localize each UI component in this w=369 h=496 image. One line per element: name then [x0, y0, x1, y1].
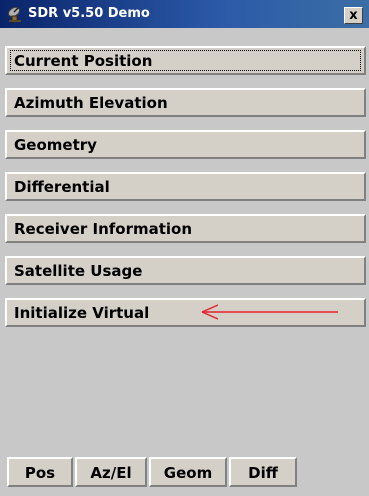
tab-az-el-label: Az/El: [90, 464, 132, 482]
differential-button[interactable]: Differential: [5, 172, 366, 201]
receiver-information-button[interactable]: Receiver Information: [5, 214, 366, 243]
title-bar[interactable]: SDR v5.50 Demo x: [0, 0, 369, 28]
azimuth-elevation-button[interactable]: Azimuth Elevation: [5, 88, 366, 117]
differential-label: Differential: [14, 178, 110, 196]
red-arrow-icon: [201, 304, 338, 320]
tab-diff-label: Diff: [248, 464, 278, 482]
satellite-usage-button[interactable]: Satellite Usage: [5, 256, 366, 285]
current-position-button[interactable]: Current Position: [5, 46, 366, 75]
receiver-information-label: Receiver Information: [14, 220, 193, 238]
tab-pos-label: Pos: [24, 464, 56, 482]
geometry-label: Geometry: [14, 136, 97, 154]
tab-geom-label: Geom: [163, 464, 213, 482]
close-icon: x: [349, 8, 358, 23]
tab-pos[interactable]: Pos: [7, 457, 73, 487]
app-window: SDR v5.50 Demo x Current Position Azimut…: [0, 0, 369, 496]
tab-diff[interactable]: Diff: [229, 457, 297, 487]
close-button[interactable]: x: [344, 7, 363, 24]
initialize-virtual-label: Initialize Virtual: [14, 304, 150, 322]
azimuth-elevation-label: Azimuth Elevation: [14, 94, 168, 112]
satellite-usage-label: Satellite Usage: [14, 262, 143, 280]
current-position-label: Current Position: [14, 52, 153, 70]
satellite-dish-icon: [7, 6, 21, 23]
geometry-button[interactable]: Geometry: [5, 130, 366, 159]
tab-geom[interactable]: Geom: [149, 457, 227, 487]
tab-az-el[interactable]: Az/El: [75, 457, 147, 487]
window-title: SDR v5.50 Demo: [28, 6, 150, 21]
